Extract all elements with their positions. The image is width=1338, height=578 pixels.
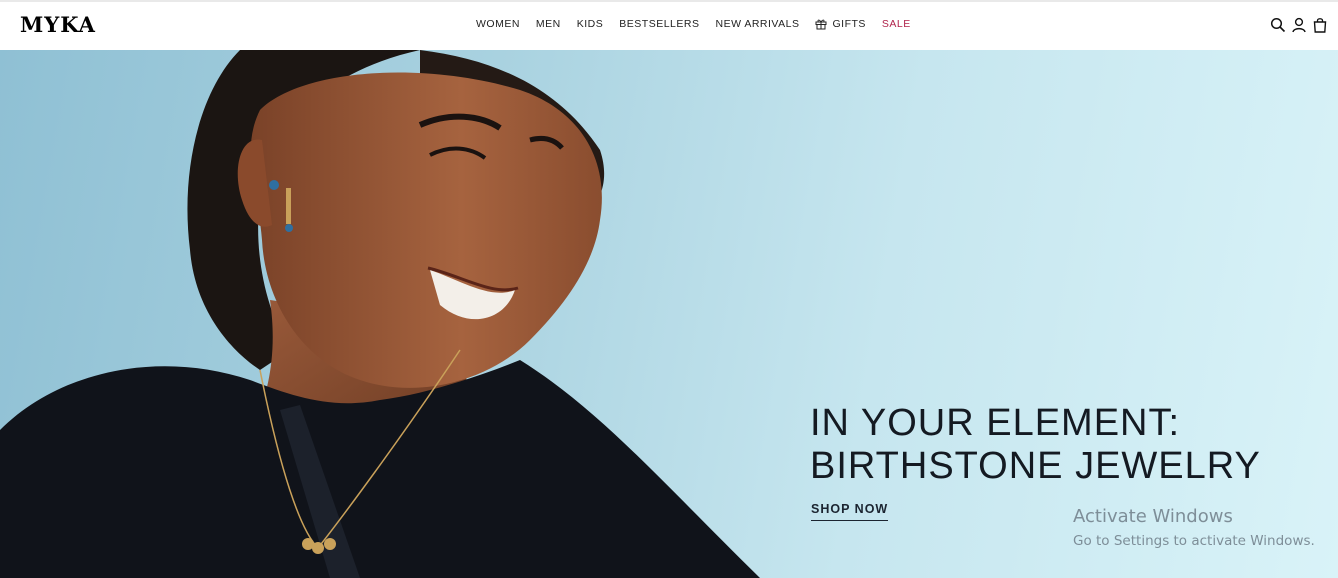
nav-item-women[interactable]: WOMEN [476, 18, 520, 30]
hero-headline-line1: IN YOUR ELEMENT: [810, 402, 1181, 444]
search-icon[interactable] [1270, 17, 1286, 33]
shop-now-link[interactable]: SHOP NOW [811, 502, 889, 521]
brand-logo[interactable]: MYKA [20, 12, 96, 37]
hero-headline-line2: BIRTHSTONE JEWELRY [810, 445, 1261, 487]
header-icons [1265, 17, 1328, 33]
nav-item-gifts-label: GIFTS [832, 18, 866, 30]
nav-item-new-arrivals[interactable]: NEW ARRIVALS [715, 18, 799, 30]
gift-icon [815, 19, 827, 30]
nav-item-gifts[interactable]: GIFTS [815, 18, 865, 30]
nav-item-kids[interactable]: KIDS [577, 18, 604, 30]
bag-icon[interactable] [1312, 17, 1328, 33]
hero-headline: IN YOUR ELEMENT: BIRTHSTONE JEWELRY [810, 402, 1261, 488]
activate-windows-watermark: Activate Windows Go to Settings to activ… [1073, 506, 1315, 549]
account-icon[interactable] [1291, 17, 1307, 33]
hero-banner[interactable]: IN YOUR ELEMENT: BIRTHSTONE JEWELRY SHOP… [0, 50, 1338, 578]
main-nav: WOMEN MEN KIDS BESTSELLERS NEW ARRIVALS … [476, 18, 911, 30]
nav-item-sale[interactable]: SALE [882, 18, 911, 30]
site-header: MYKA WOMEN MEN KIDS BESTSELLERS NEW ARRI… [0, 2, 1338, 50]
hero-model-photo [0, 50, 760, 578]
watermark-title: Activate Windows [1073, 506, 1233, 527]
nav-item-bestsellers[interactable]: BESTSELLERS [619, 18, 699, 30]
nav-item-men[interactable]: MEN [536, 18, 561, 30]
watermark-subtitle: Go to Settings to activate Windows. [1073, 533, 1315, 549]
